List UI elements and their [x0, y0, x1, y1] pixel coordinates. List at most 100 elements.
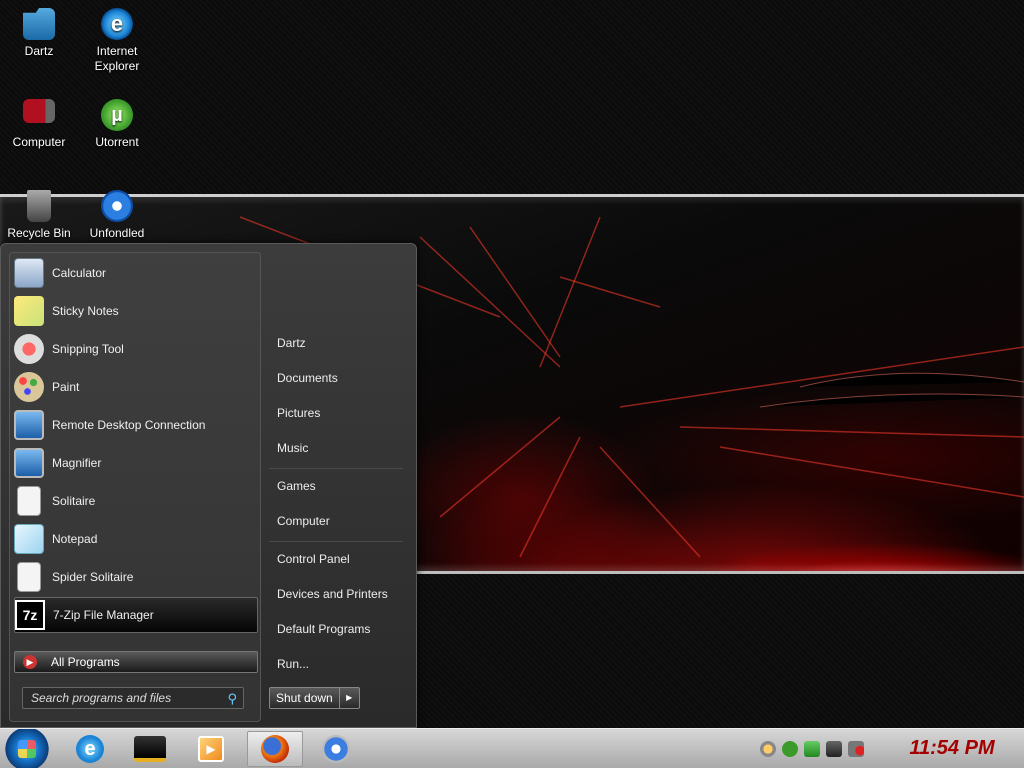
system-tray [760, 734, 890, 764]
desktop-icon-label: Recycle Bin [7, 226, 71, 240]
desktop-icon-label: Unfondled [89, 226, 145, 240]
internet-explorer-icon: e [101, 8, 133, 40]
place-computer[interactable]: Computer [269, 506, 409, 536]
taskbar-media-player[interactable]: ▶ [183, 731, 239, 767]
shutdown-options-arrow-icon[interactable]: ▶ [339, 687, 360, 709]
program-notepad[interactable]: Notepad [14, 521, 258, 557]
place-music[interactable]: Music [269, 433, 409, 463]
snipping-tool-icon [14, 334, 44, 364]
search-input[interactable]: Search programs and files ⚲ [22, 687, 244, 709]
search-placeholder: Search programs and files [31, 691, 172, 705]
place-label: Run... [277, 657, 310, 671]
place-dartz[interactable]: Dartz [269, 328, 409, 358]
program-solitaire[interactable]: Solitaire [14, 483, 258, 519]
program-label: Paint [52, 380, 80, 394]
all-programs-button[interactable]: ▶ All Programs [14, 651, 258, 673]
volume-muted-icon[interactable] [848, 741, 864, 757]
program-label: 7-Zip File Manager [53, 608, 154, 622]
place-documents[interactable]: Documents [269, 363, 409, 393]
divider [269, 468, 403, 469]
desktop-icon-label: Utorrent [95, 135, 139, 149]
chrome-icon [322, 735, 350, 763]
desktop-icon-recycle-bin[interactable]: Recycle Bin [1, 190, 77, 241]
media-player-icon: ▶ [198, 736, 224, 762]
program-label: Solitaire [52, 494, 96, 508]
sticky-notes-icon [14, 296, 44, 326]
place-label: Computer [277, 514, 330, 528]
program-label: Snipping Tool [52, 342, 124, 356]
program-paint[interactable]: Paint [14, 369, 258, 405]
utorrent-icon[interactable] [782, 741, 798, 757]
program-label: Calculator [52, 266, 107, 280]
place-label: Games [277, 479, 316, 493]
taskbar-internet-explorer[interactable]: e [62, 731, 118, 767]
notepad-icon [14, 524, 44, 554]
program-spider-solitaire[interactable]: Spider Solitaire [14, 559, 258, 595]
program-label: Notepad [52, 532, 98, 546]
desktop-icon-label: Dartz [24, 44, 54, 58]
security-icon[interactable] [804, 741, 820, 757]
desktop-icon-dartz[interactable]: Dartz [1, 8, 77, 59]
internet-explorer-icon: e [76, 735, 104, 763]
winamp-icon [134, 736, 166, 762]
taskbar-chrome[interactable] [308, 731, 364, 767]
place-label: Music [277, 441, 309, 455]
place-label: Default Programs [277, 622, 371, 636]
start-menu: Calculator Sticky Notes Snipping Tool Pa… [0, 243, 417, 728]
desktop-icon-computer[interactable]: Computer [1, 99, 77, 150]
place-label: Pictures [277, 406, 321, 420]
place-devices-printers[interactable]: Devices and Printers [269, 579, 409, 609]
windows-logo-icon [18, 740, 36, 758]
shutdown-group: Shut down ▶ [269, 687, 360, 709]
program-calculator[interactable]: Calculator [14, 255, 258, 291]
program-label: Remote Desktop Connection [52, 418, 206, 432]
solitaire-icon [17, 486, 41, 516]
place-label: Documents [277, 371, 338, 385]
desktop-icon-internet-explorer[interactable]: e Internet Explorer [79, 8, 155, 74]
computer-icon [23, 99, 55, 123]
all-programs-label: All Programs [51, 655, 120, 669]
program-label: Spider Solitaire [52, 570, 134, 584]
shutdown-button[interactable]: Shut down [269, 687, 340, 709]
program-magnifier[interactable]: Magnifier [14, 445, 258, 481]
program-sticky-notes[interactable]: Sticky Notes [14, 293, 258, 329]
start-menu-programs-pane: Calculator Sticky Notes Snipping Tool Pa… [9, 252, 261, 722]
taskbar-winamp[interactable] [122, 731, 178, 767]
arrow-right-icon: ▶ [23, 655, 37, 669]
program-remote-desktop[interactable]: Remote Desktop Connection [14, 407, 258, 443]
place-default-programs[interactable]: Default Programs [269, 614, 409, 644]
program-7zip[interactable]: 7z 7-Zip File Manager [14, 597, 258, 633]
remote-desktop-icon [14, 410, 44, 440]
place-label: Devices and Printers [277, 587, 388, 601]
clock[interactable]: 11:54 PM [892, 737, 1012, 760]
spider-solitaire-icon [17, 562, 41, 592]
program-label: Magnifier [52, 456, 102, 470]
magnifier-icon [14, 448, 44, 478]
recycle-bin-icon [27, 190, 51, 222]
connection-icon[interactable] [826, 741, 842, 757]
paint-icon [14, 372, 44, 402]
firefox-icon [261, 735, 289, 763]
dartz-folder-icon [23, 8, 55, 40]
taskbar-firefox[interactable] [247, 731, 303, 767]
desktop-icon-utorrent[interactable]: µ Utorrent [79, 99, 155, 150]
search-icon[interactable]: ⚲ [227, 691, 237, 707]
desktop-icon-unfondled[interactable]: Unfondled [79, 190, 155, 241]
desktop-icon-label: Internet Explorer [94, 44, 140, 73]
place-games[interactable]: Games [269, 471, 409, 501]
calculator-icon [14, 258, 44, 288]
place-run[interactable]: Run... [269, 649, 409, 679]
place-label: Dartz [277, 336, 306, 350]
utorrent-icon: µ [101, 99, 133, 131]
start-button[interactable] [4, 729, 50, 768]
network-icon[interactable] [760, 741, 776, 757]
desktop-icon-label: Computer [12, 135, 66, 149]
7zip-icon: 7z [15, 600, 45, 630]
place-label: Control Panel [277, 552, 350, 566]
place-pictures[interactable]: Pictures [269, 398, 409, 428]
taskbar: e ▶ 11:54 PM [0, 728, 1024, 768]
program-label: Sticky Notes [52, 304, 119, 318]
program-snipping-tool[interactable]: Snipping Tool [14, 331, 258, 367]
divider [269, 541, 403, 542]
place-control-panel[interactable]: Control Panel [269, 544, 409, 574]
